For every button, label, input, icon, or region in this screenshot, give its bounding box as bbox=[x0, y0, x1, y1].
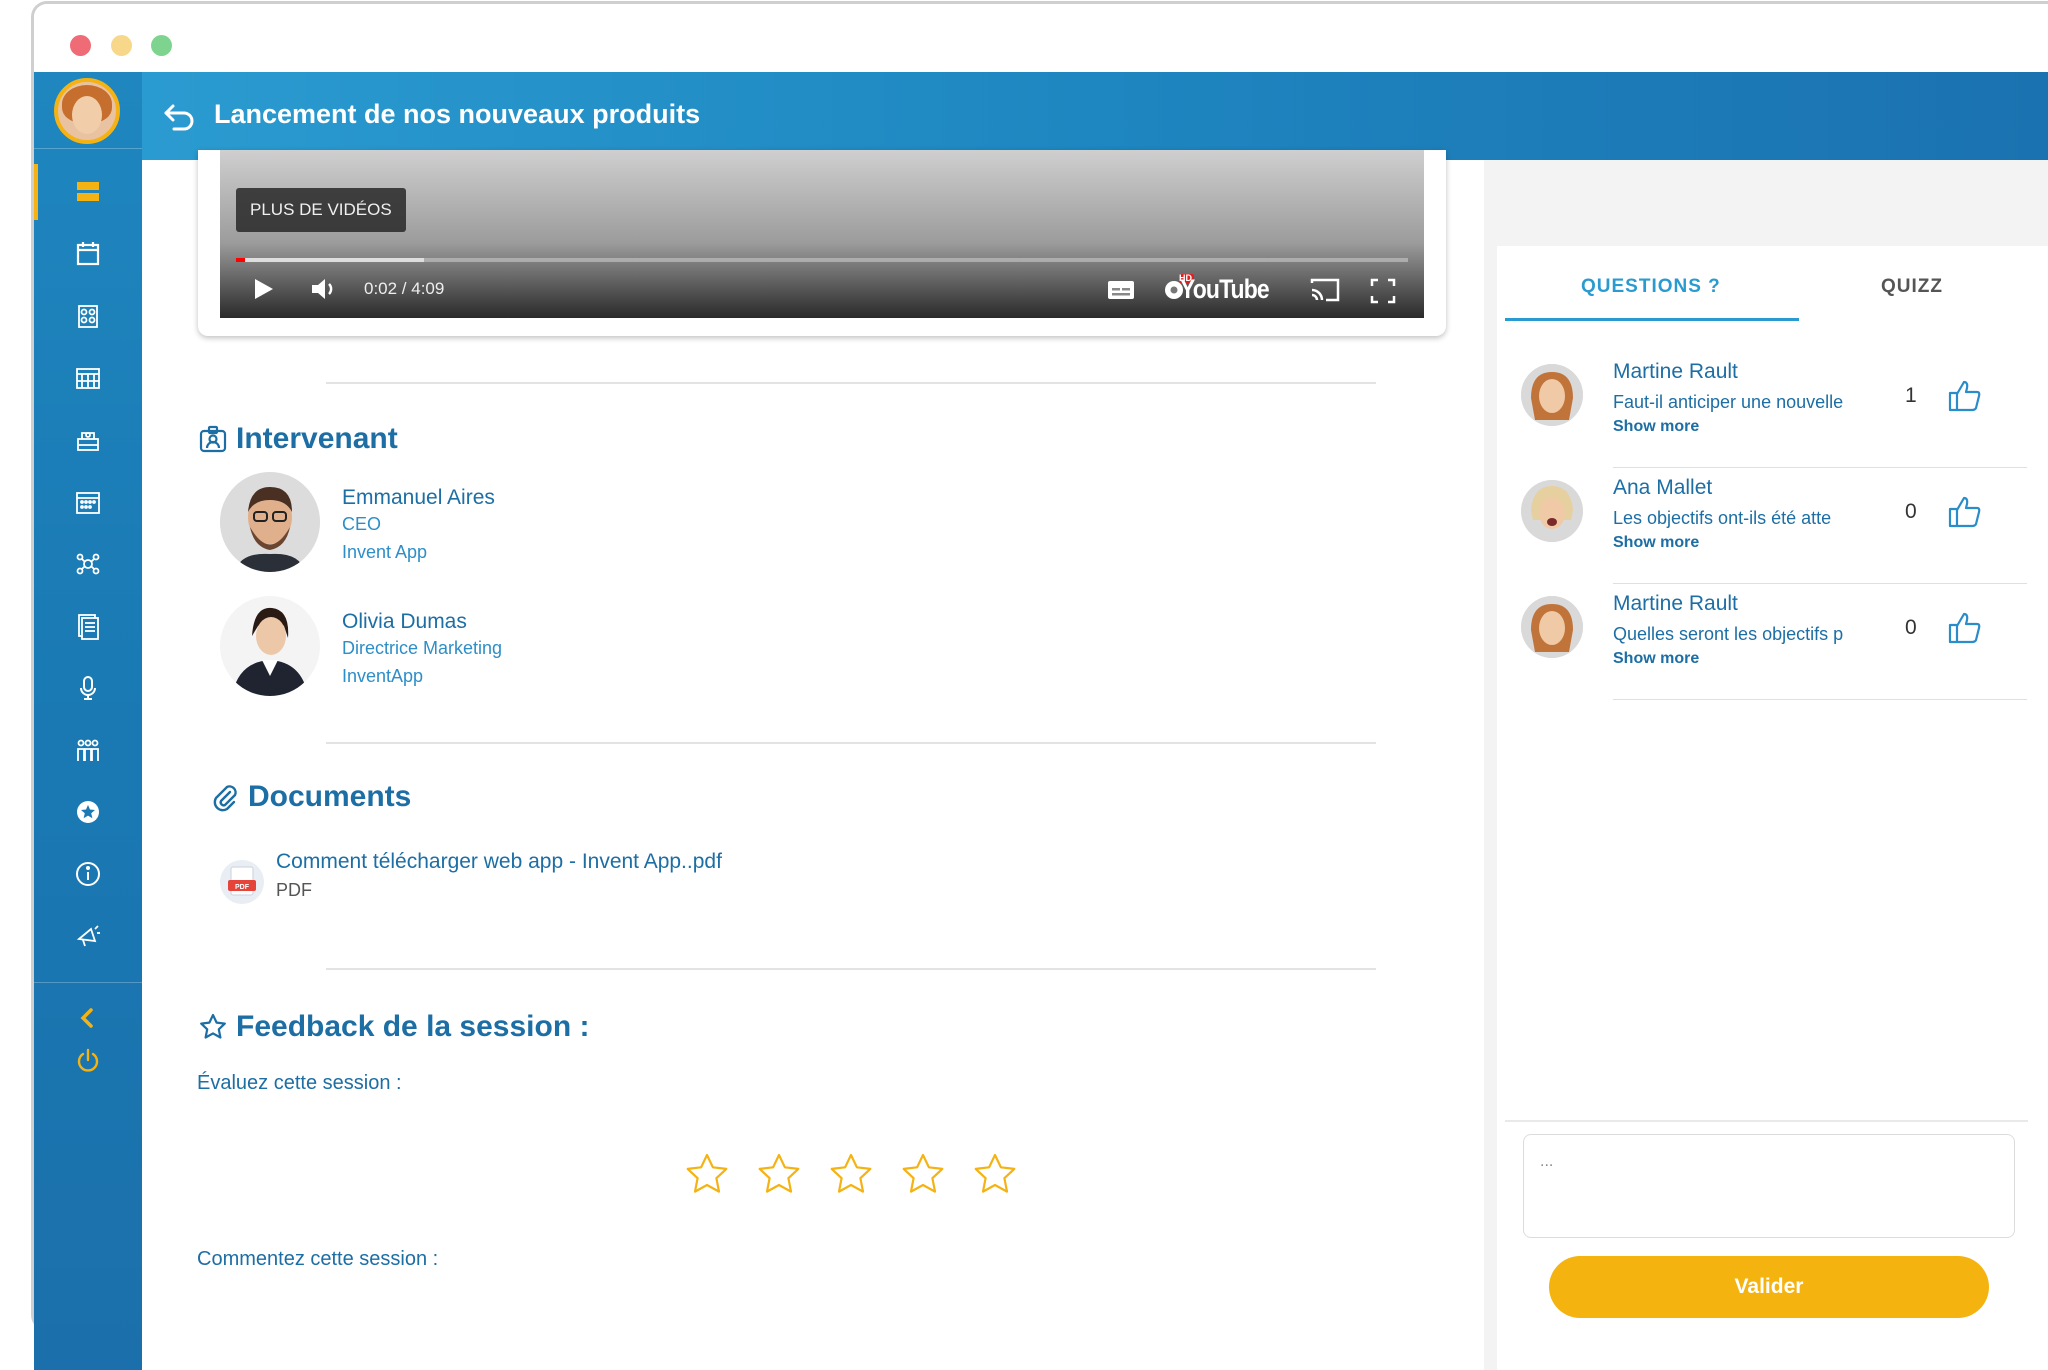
title-bar bbox=[34, 4, 2048, 76]
rating-star-icon[interactable] bbox=[826, 1150, 876, 1200]
rating-stars bbox=[682, 1150, 1020, 1200]
attendees-icon[interactable] bbox=[34, 718, 142, 782]
speaker-company: InventApp bbox=[342, 666, 424, 686]
schedule-grid-icon[interactable] bbox=[34, 346, 142, 410]
rating-star-icon[interactable] bbox=[754, 1150, 804, 1200]
thumbs-up-icon[interactable] bbox=[1947, 494, 1983, 530]
documents-icon[interactable] bbox=[34, 594, 142, 658]
back-arrow-icon[interactable] bbox=[162, 100, 196, 132]
author-avatar bbox=[1521, 364, 1583, 426]
badge-contacts-icon[interactable] bbox=[34, 284, 142, 348]
calendar-icon[interactable] bbox=[34, 222, 142, 286]
more-videos-button[interactable]: PLUS DE VIDÉOS bbox=[236, 188, 406, 232]
rating-star-icon[interactable] bbox=[970, 1150, 1020, 1200]
divider bbox=[326, 742, 1376, 744]
pdf-file-icon: PDF bbox=[220, 860, 264, 904]
divider bbox=[1505, 1120, 2028, 1122]
paperclip-icon bbox=[213, 785, 237, 812]
author-avatar bbox=[1521, 480, 1583, 542]
maximize-window-button[interactable] bbox=[151, 35, 172, 56]
questions-panel: QUESTIONS ? QUIZZ Martine Rault Faut-il … bbox=[1497, 246, 2048, 1370]
sidebar bbox=[34, 72, 142, 1370]
submit-question-button[interactable]: Valider bbox=[1549, 1256, 1989, 1318]
speaker-photo bbox=[220, 596, 320, 696]
microphone-icon[interactable] bbox=[34, 656, 142, 720]
speaker-role: CEO bbox=[342, 514, 382, 534]
speaker-name[interactable]: Olivia Dumas bbox=[342, 610, 467, 634]
comment-label: Commentez cette session : bbox=[197, 1248, 439, 1270]
subtitles-icon[interactable] bbox=[1106, 278, 1136, 302]
divider bbox=[326, 382, 1376, 384]
event-calendar-icon[interactable] bbox=[34, 470, 142, 534]
exhibitor-stand-icon[interactable] bbox=[34, 408, 142, 472]
thumbs-up-icon[interactable] bbox=[1947, 610, 1983, 646]
speaker-badge-icon bbox=[199, 425, 227, 453]
youtube-player[interactable]: PLUS DE VIDÉOS 0:02 / 4:09 HD YouTube bbox=[220, 150, 1424, 318]
document-type: PDF bbox=[276, 880, 312, 900]
announcements-icon[interactable] bbox=[34, 904, 142, 968]
video-card: PLUS DE VIDÉOS 0:02 / 4:09 HD YouTube bbox=[198, 150, 1446, 336]
speaker-company: Invent App bbox=[342, 542, 428, 562]
show-more-link[interactable]: Show more bbox=[1613, 534, 1699, 552]
logout-power-icon[interactable] bbox=[34, 1028, 142, 1092]
question-author: Martine Rault bbox=[1613, 592, 1738, 615]
question-text: Les objectifs ont-ils été atte bbox=[1613, 508, 1832, 528]
question-input[interactable]: ... bbox=[1523, 1134, 2015, 1238]
question-item: Ana Mallet Les objectifs ont-ils été att… bbox=[1497, 468, 2027, 584]
star-outline-icon bbox=[200, 1013, 226, 1039]
question-text: Faut-il anticiper une nouvelle bbox=[1613, 392, 1844, 412]
rate-label: Évaluez cette session : bbox=[197, 1072, 402, 1094]
speakers-heading: Intervenant bbox=[198, 422, 398, 456]
feedback-heading: Feedback de la session : bbox=[198, 1010, 589, 1044]
close-window-button[interactable] bbox=[70, 35, 91, 56]
video-progress-bar[interactable] bbox=[236, 258, 1408, 262]
speaker-photo bbox=[220, 472, 320, 572]
session-content: PLUS DE VIDÉOS 0:02 / 4:09 HD YouTube In… bbox=[142, 150, 1518, 1370]
like-count: 0 bbox=[1905, 616, 1917, 639]
speaker-role: Directrice Marketing bbox=[342, 638, 503, 658]
like-count: 1 bbox=[1905, 384, 1917, 407]
session-header: Lancement de nos nouveaux produits bbox=[142, 72, 2048, 160]
fullscreen-icon[interactable] bbox=[1370, 278, 1396, 304]
rating-star-icon[interactable] bbox=[898, 1150, 948, 1200]
document-link[interactable]: Comment télécharger web app - Invent App… bbox=[276, 850, 722, 874]
play-icon[interactable] bbox=[250, 276, 276, 302]
page-title: Lancement de nos nouveaux produits bbox=[214, 99, 701, 129]
cast-icon[interactable] bbox=[1308, 276, 1342, 304]
minimize-window-button[interactable] bbox=[111, 35, 132, 56]
author-avatar bbox=[1521, 596, 1583, 658]
svg-text:PDF: PDF bbox=[235, 884, 250, 891]
networking-icon[interactable] bbox=[34, 532, 142, 596]
favorites-star-icon[interactable] bbox=[34, 780, 142, 844]
show-more-link[interactable]: Show more bbox=[1613, 650, 1699, 668]
speaker-name[interactable]: Emmanuel Aires bbox=[342, 486, 495, 510]
documents-heading: Documents bbox=[210, 780, 411, 814]
question-text: Quelles seront les objectifs p bbox=[1613, 624, 1844, 644]
question-author: Ana Mallet bbox=[1613, 476, 1713, 499]
active-tab-indicator bbox=[1505, 318, 1799, 321]
like-count: 0 bbox=[1905, 500, 1917, 523]
user-avatar[interactable] bbox=[54, 78, 120, 144]
nav-agenda-list-icon[interactable] bbox=[34, 160, 142, 224]
tab-quizz[interactable]: QUIZZ bbox=[1881, 276, 1943, 298]
tab-questions[interactable]: QUESTIONS ? bbox=[1581, 276, 1721, 298]
show-more-link[interactable]: Show more bbox=[1613, 418, 1699, 436]
youtube-logo[interactable]: YouTube bbox=[1180, 274, 1270, 305]
thumbs-up-icon[interactable] bbox=[1947, 378, 1983, 414]
video-time: 0:02 / 4:09 bbox=[364, 279, 445, 298]
question-author: Martine Rault bbox=[1613, 360, 1738, 383]
divider bbox=[326, 968, 1376, 970]
rating-star-icon[interactable] bbox=[682, 1150, 732, 1200]
question-item: Martine Rault Faut-il anticiper une nouv… bbox=[1497, 352, 2027, 468]
info-icon[interactable] bbox=[34, 842, 142, 906]
volume-icon[interactable] bbox=[310, 276, 342, 302]
question-item: Martine Rault Quelles seront les objecti… bbox=[1497, 584, 2027, 700]
